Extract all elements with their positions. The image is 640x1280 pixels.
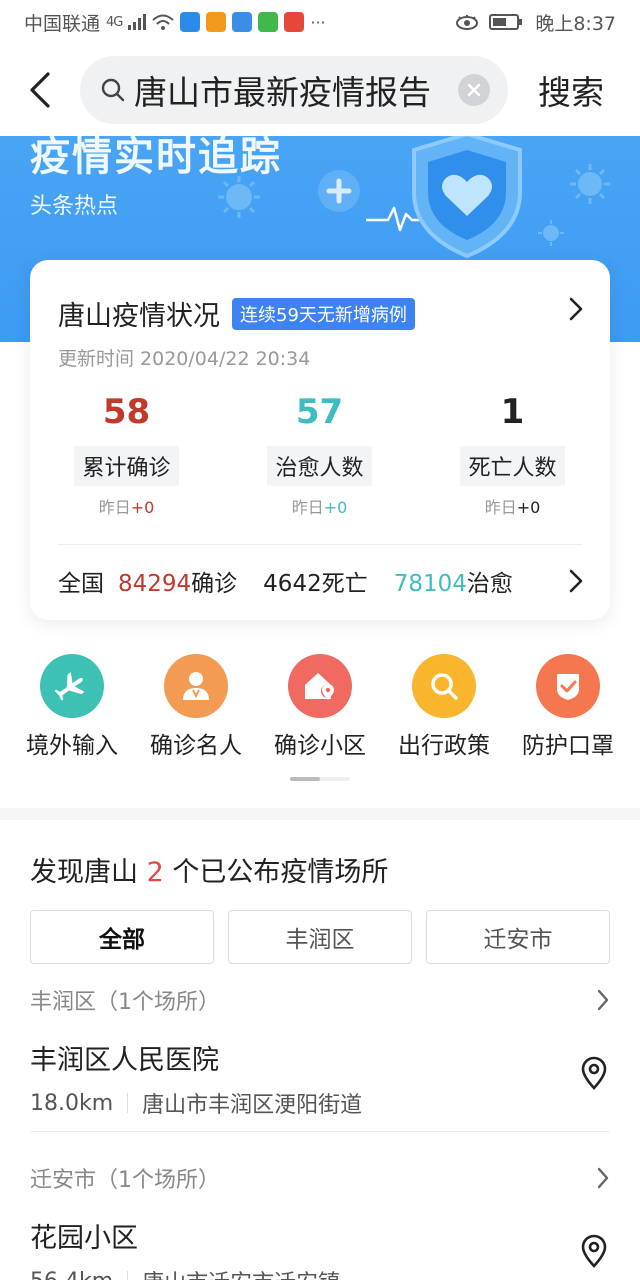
more-notifications-icon: ··· [310,12,326,32]
signal-icon [128,14,147,30]
divider [30,1131,610,1132]
app-notification-icon [180,12,201,32]
app-notification-icon [206,12,227,32]
chevron-right-icon[interactable] [568,568,584,594]
quick-link-overseas[interactable]: 境外输入 [14,654,130,760]
national-deaths: 4642死亡 [263,571,368,597]
section-separator [0,808,640,820]
place-group-fengrun[interactable]: 丰润区（1个场所） 丰润区人民医院 18.0km 唐山市丰润区浭阳街道 [30,980,610,1119]
quick-link-label: 防护口罩 [522,733,614,759]
search-header: 唐山市最新疫情报告 搜索 [0,44,640,136]
app-notification-icon [232,12,253,32]
quick-link-communities[interactable]: 确诊小区 [262,654,378,760]
airplane-icon [40,654,104,718]
app-notification-icon [258,12,279,32]
house-location-icon [288,654,352,718]
close-icon [467,83,481,97]
filter-tab-all[interactable]: 全部 [30,910,214,964]
place-distance: 18.0km [30,1090,114,1116]
quick-link-masks[interactable]: 防护口罩 [510,654,626,760]
clock: 晚上8:37 [535,12,616,35]
battery-icon [489,14,523,30]
stat-yesterday: 昨日+0 [484,498,541,517]
stat-yesterday: 昨日+0 [98,498,155,517]
virus-icon [218,176,260,218]
stat-deaths: 1 死亡人数 昨日+0 [416,392,609,518]
national-summary-row[interactable]: 全国 84294确诊 4642死亡 78104治愈 [58,564,584,598]
quick-link-label: 出行政策 [398,733,490,759]
places-heading: 发现唐山 2 个已公布疫情场所 [30,857,389,888]
group-header: 迁安市（1个场所） [30,1168,220,1193]
virus-icon [570,164,610,204]
national-label: 全国 [58,571,104,597]
stat-value: 1 [500,392,525,432]
virus-icon [538,220,564,246]
carrier-name: 中国联通 [24,12,101,35]
place-address: 唐山市迁安市迁安镇 [142,1265,340,1280]
place-name: 花园小区 [30,1223,138,1254]
search-button[interactable]: 搜索 [538,66,604,114]
stat-yesterday: 昨日+0 [291,498,348,517]
stat-confirmed: 58 累计确诊 昨日+0 [30,392,223,518]
stat-cured: 57 治愈人数 昨日+0 [223,392,416,518]
places-count: 2 [146,857,164,888]
clear-search-button[interactable] [458,74,490,106]
medical-cross-icon [318,170,360,212]
app-notification-icon [284,12,305,32]
filter-tab-fengrun[interactable]: 丰润区 [228,910,412,964]
place-group-qian-an[interactable]: 迁安市（1个场所） 花园小区 56.4km 唐山市迁安市迁安镇 [30,1158,610,1280]
quick-link-label: 境外输入 [26,733,118,759]
local-summary-card[interactable]: 唐山疫情状况 连续59天无新增病例 更新时间 2020/04/22 20:34 … [30,260,610,620]
place-distance: 56.4km [30,1269,113,1280]
stat-label: 治愈人数 [267,446,372,486]
quick-links: 境外输入 确诊名人 确诊小区 出行政策 防护口罩 [0,654,640,760]
place-meta: 18.0km 唐山市丰润区浭阳街道 [30,1087,610,1119]
national-cured: 78104治愈 [393,571,513,597]
chevron-right-icon[interactable] [596,988,610,1012]
location-pin-icon[interactable] [580,1056,608,1090]
filter-tab-qian-an[interactable]: 迁安市 [426,910,610,964]
update-time: 更新时间 2020/04/22 20:34 [58,348,311,370]
card-title: 唐山疫情状况 [58,301,220,332]
page-indicator [290,777,350,781]
chevron-left-icon [30,72,50,108]
national-confirmed: 84294确诊 [118,571,238,597]
eye-comfort-icon [456,15,479,30]
back-button[interactable] [0,44,80,136]
status-bar: 中国联通 4G ··· 晚上8:37 [0,0,640,44]
place-address: 唐山市丰润区浭阳街道 [142,1093,363,1118]
place-meta: 56.4km 唐山市迁安市迁安镇 [30,1265,610,1280]
person-icon [164,654,228,718]
stat-value: 58 [102,392,151,432]
search-icon [412,654,476,718]
district-filter-tabs: 全部 丰润区 迁安市 [30,910,610,964]
quick-link-label: 确诊名人 [150,733,242,759]
search-icon [101,78,125,102]
shield-heart-icon [412,136,522,259]
place-name: 丰润区人民医院 [30,1045,219,1076]
quick-link-travel-policy[interactable]: 出行政策 [386,654,502,760]
search-input[interactable]: 唐山市最新疫情报告 [80,56,508,124]
wifi-icon [152,14,175,30]
stat-label: 死亡人数 [460,446,565,486]
network-type: 4G [106,14,123,30]
location-pin-icon[interactable] [580,1234,608,1268]
group-header: 丰润区（1个场所） [30,990,220,1015]
stat-value: 57 [295,392,344,432]
chevron-right-icon[interactable] [596,1166,610,1190]
stats-row: 58 累计确诊 昨日+0 57 治愈人数 昨日+0 1 死亡人数 昨日+0 [30,392,610,518]
shield-check-icon [536,654,600,718]
status-badge: 连续59天无新增病例 [232,297,415,330]
banner-subtitle: 头条热点 [30,194,119,219]
quick-link-label: 确诊小区 [274,733,366,759]
chevron-right-icon[interactable] [568,296,584,322]
quick-link-celebrities[interactable]: 确诊名人 [138,654,254,760]
divider [58,544,582,545]
stat-label: 累计确诊 [74,446,179,486]
search-query[interactable]: 唐山市最新疫情报告 [134,66,458,114]
